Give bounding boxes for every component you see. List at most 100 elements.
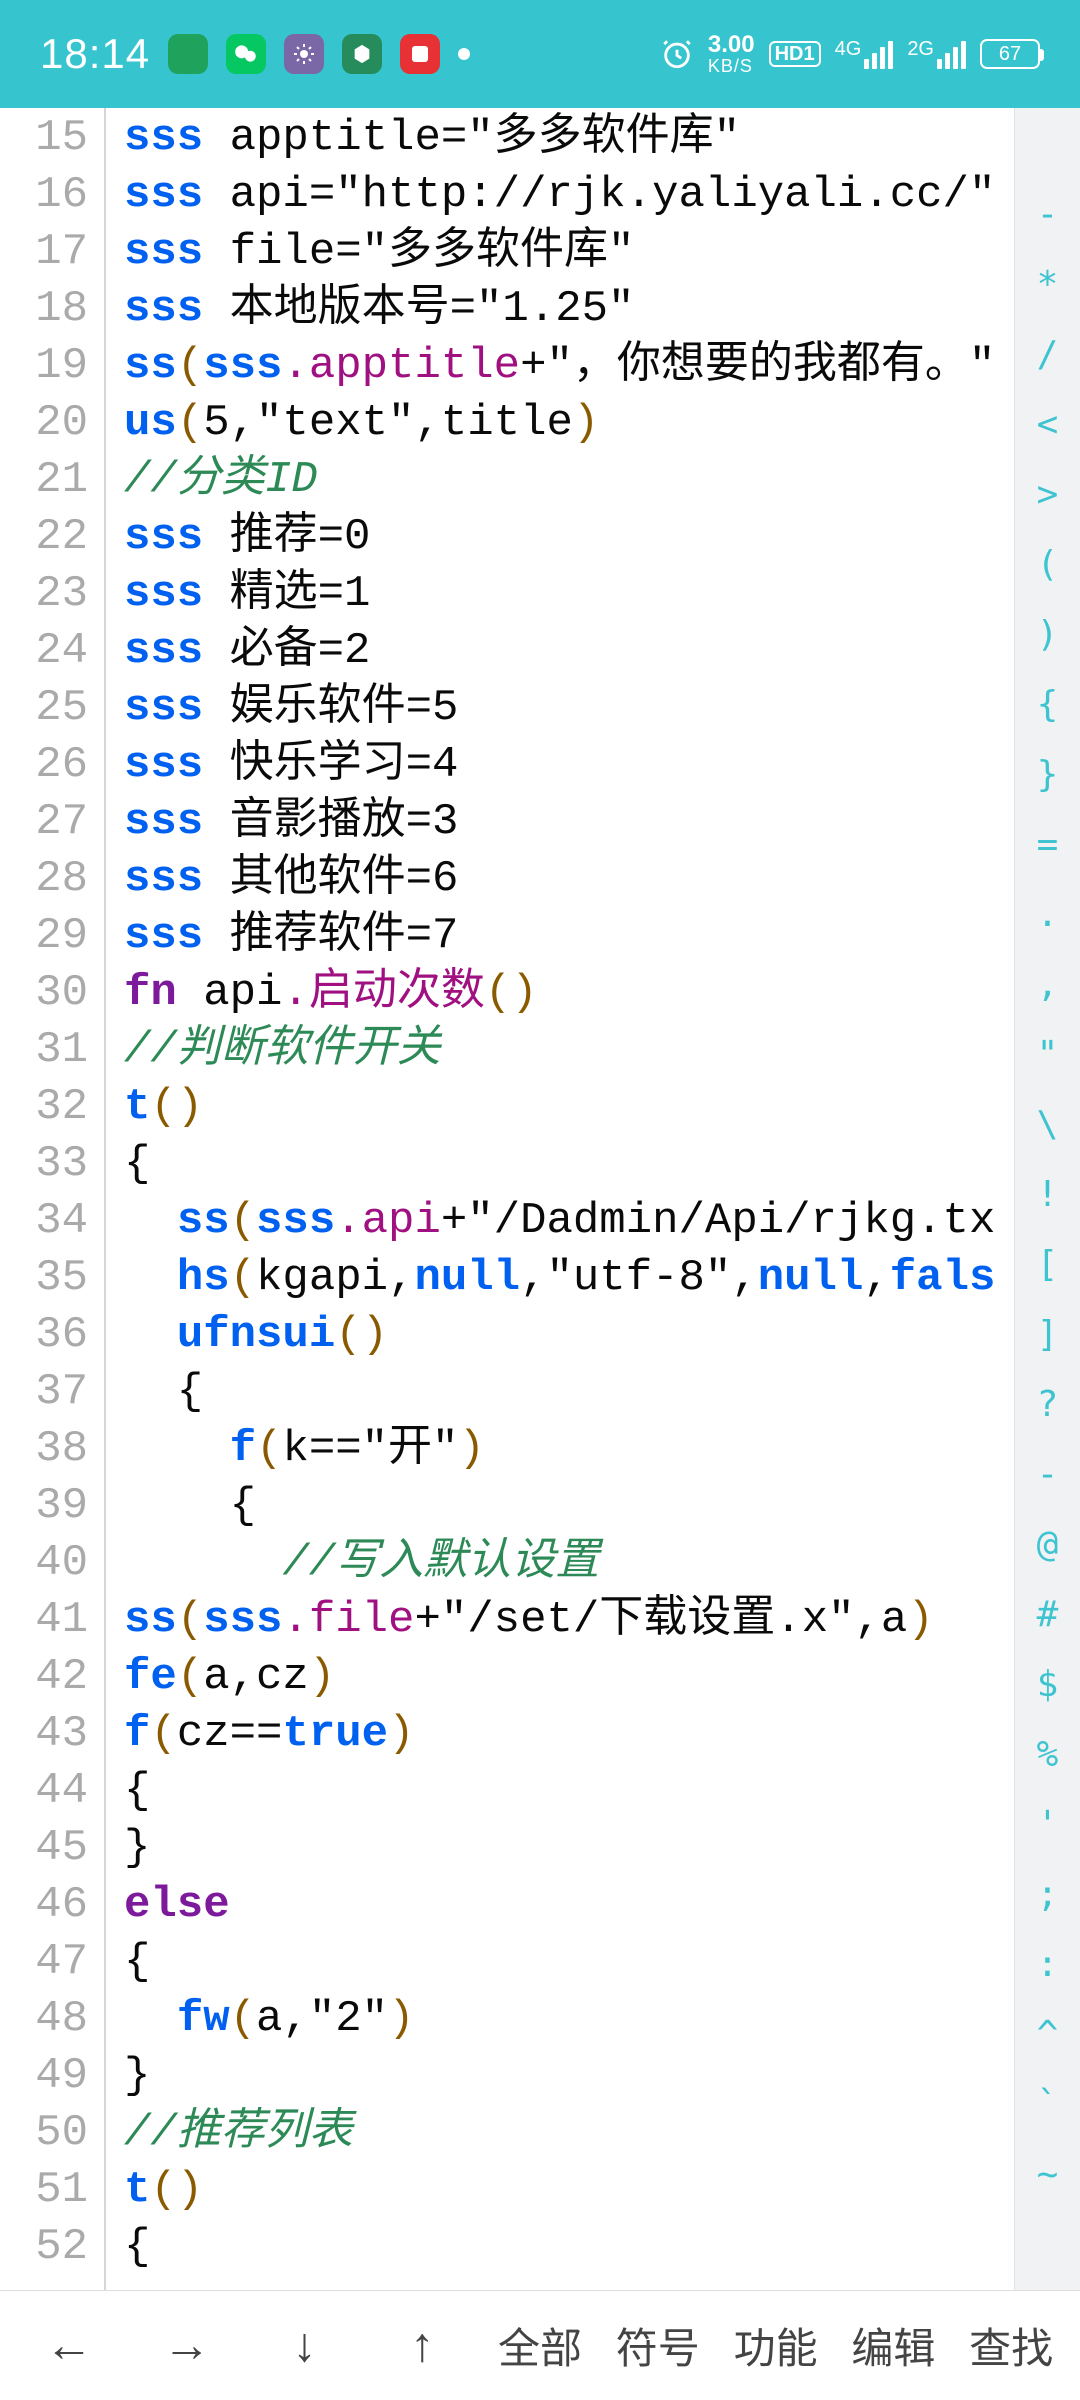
code-line[interactable]: f(cz==true) bbox=[124, 1706, 1014, 1763]
insert-symbol-button[interactable]: ) bbox=[1015, 608, 1080, 660]
insert-symbol-button[interactable]: " bbox=[1015, 1028, 1080, 1080]
code-line[interactable]: sss file="多多软件库" bbox=[124, 224, 1014, 281]
code-line[interactable]: sss 音影播放=3 bbox=[124, 794, 1014, 851]
code-line[interactable]: sss 快乐学习=4 bbox=[124, 737, 1014, 794]
line-number: 30 bbox=[0, 965, 88, 1022]
insert-symbol-button[interactable]: < bbox=[1015, 398, 1080, 450]
line-number: 42 bbox=[0, 1649, 88, 1706]
code-line[interactable]: fw(a,"2") bbox=[124, 1991, 1014, 2048]
line-number: 47 bbox=[0, 1934, 88, 1991]
code-line[interactable]: { bbox=[124, 1934, 1014, 1991]
arrow-down-button[interactable]: ↓ bbox=[246, 2318, 364, 2373]
code-content[interactable]: sss apptitle="多多软件库"sss api="http://rjk.… bbox=[104, 108, 1014, 2290]
insert-symbol-button[interactable]: - bbox=[1015, 1448, 1080, 1500]
insert-symbol-button[interactable]: ` bbox=[1015, 2078, 1080, 2130]
wechat-icon bbox=[226, 34, 266, 74]
hd-badge: HD1 bbox=[769, 41, 821, 67]
code-line[interactable]: ss(sss.api+"/Dadmin/Api/rjkg.tx bbox=[124, 1193, 1014, 1250]
line-number: 29 bbox=[0, 908, 88, 965]
insert-symbol-button[interactable]: { bbox=[1015, 678, 1080, 730]
edit-button[interactable]: 编辑 bbox=[834, 2315, 952, 2376]
line-number: 15 bbox=[0, 110, 88, 167]
code-line[interactable]: else bbox=[124, 1877, 1014, 1934]
code-line[interactable]: //写入默认设置 bbox=[124, 1535, 1014, 1592]
code-line[interactable]: //推荐列表 bbox=[124, 2105, 1014, 2162]
find-button[interactable]: 查找 bbox=[952, 2315, 1070, 2376]
insert-symbol-button[interactable]: * bbox=[1015, 258, 1080, 310]
insert-symbol-button[interactable]: % bbox=[1015, 1728, 1080, 1780]
line-number: 27 bbox=[0, 794, 88, 851]
insert-symbol-button[interactable]: @ bbox=[1015, 1518, 1080, 1570]
symbol-scroll-strip[interactable]: - * / < > () {} =., " \! []? - @ # $% ';: ^ ` ~ bbox=[1014, 108, 1080, 2290]
code-line[interactable]: sss apptitle="多多软件库" bbox=[124, 110, 1014, 167]
arrow-up-button[interactable]: ↑ bbox=[363, 2318, 481, 2373]
insert-symbol-button[interactable]: \ bbox=[1015, 1098, 1080, 1150]
insert-symbol-button[interactable]: ~ bbox=[1015, 2148, 1080, 2200]
insert-symbol-button[interactable]: ; bbox=[1015, 1868, 1080, 1920]
code-line[interactable]: { bbox=[124, 1478, 1014, 1535]
line-number: 17 bbox=[0, 224, 88, 281]
code-line[interactable]: { bbox=[124, 1364, 1014, 1421]
arrow-left-button[interactable]: ← bbox=[10, 2318, 128, 2373]
code-line[interactable]: sss api="http://rjk.yaliyali.cc/" bbox=[124, 167, 1014, 224]
code-line[interactable]: ss(sss.file+"/set/下载设置.x",a) bbox=[124, 1592, 1014, 1649]
line-number: 40 bbox=[0, 1535, 88, 1592]
insert-symbol-button[interactable]: , bbox=[1015, 958, 1080, 1010]
code-line[interactable]: sss 本地版本号="1.25" bbox=[124, 281, 1014, 338]
code-line[interactable]: { bbox=[124, 1763, 1014, 1820]
code-line[interactable]: sss 娱乐软件=5 bbox=[124, 680, 1014, 737]
insert-symbol-button[interactable]: ? bbox=[1015, 1378, 1080, 1430]
line-number: 20 bbox=[0, 395, 88, 452]
line-number: 32 bbox=[0, 1079, 88, 1136]
insert-symbol-button[interactable]: ' bbox=[1015, 1798, 1080, 1850]
code-line[interactable]: ufnsui() bbox=[124, 1307, 1014, 1364]
insert-symbol-button[interactable]: : bbox=[1015, 1938, 1080, 1990]
insert-symbol-button[interactable]: ^ bbox=[1015, 2008, 1080, 2060]
symbols-button[interactable]: 符号 bbox=[599, 2315, 717, 2376]
code-line[interactable]: //分类ID bbox=[124, 452, 1014, 509]
insert-symbol-button[interactable]: = bbox=[1015, 818, 1080, 870]
line-number: 21 bbox=[0, 452, 88, 509]
insert-symbol-button[interactable]: } bbox=[1015, 748, 1080, 800]
code-line[interactable]: sss 其他软件=6 bbox=[124, 851, 1014, 908]
arrow-right-button[interactable]: → bbox=[128, 2318, 246, 2373]
alarm-icon bbox=[660, 37, 694, 71]
insert-symbol-button[interactable]: $ bbox=[1015, 1658, 1080, 1710]
insert-symbol-button[interactable]: > bbox=[1015, 468, 1080, 520]
insert-symbol-button[interactable]: - bbox=[1015, 188, 1080, 240]
code-line[interactable]: { bbox=[124, 1136, 1014, 1193]
insert-symbol-button[interactable]: . bbox=[1015, 888, 1080, 940]
bottom-toolbar: ← → ↓ ↑ 全部 符号 功能 编辑 查找 bbox=[0, 2290, 1080, 2400]
insert-symbol-button[interactable]: ! bbox=[1015, 1168, 1080, 1220]
code-line[interactable]: t() bbox=[124, 1079, 1014, 1136]
code-line[interactable]: { bbox=[124, 2219, 1014, 2276]
signal-2g: 2G bbox=[907, 39, 966, 69]
code-line[interactable]: fn api.启动次数() bbox=[124, 965, 1014, 1022]
line-number: 18 bbox=[0, 281, 88, 338]
insert-symbol-button[interactable]: ] bbox=[1015, 1308, 1080, 1360]
code-editor[interactable]: 1516171819202122232425262728293031323334… bbox=[0, 108, 1080, 2290]
functions-button[interactable]: 功能 bbox=[717, 2315, 835, 2376]
insert-symbol-button[interactable]: [ bbox=[1015, 1238, 1080, 1290]
line-number: 44 bbox=[0, 1763, 88, 1820]
code-line[interactable]: ss(sss.apptitle+"，你想要的我都有。" bbox=[124, 338, 1014, 395]
code-line[interactable]: sss 必备=2 bbox=[124, 623, 1014, 680]
code-line[interactable]: f(k=="开") bbox=[124, 1421, 1014, 1478]
status-bar: 18:14 3.00 KB/S HD1 4G bbox=[0, 0, 1080, 108]
code-line[interactable]: sss 推荐=0 bbox=[124, 509, 1014, 566]
select-all-button[interactable]: 全部 bbox=[481, 2315, 599, 2376]
line-number: 34 bbox=[0, 1193, 88, 1250]
code-line[interactable]: us(5,"text",title) bbox=[124, 395, 1014, 452]
code-line[interactable]: } bbox=[124, 2048, 1014, 2105]
insert-symbol-button[interactable]: / bbox=[1015, 328, 1080, 380]
code-line[interactable]: hs(kgapi,null,"utf-8",null,fals bbox=[124, 1250, 1014, 1307]
code-line[interactable]: sss 推荐软件=7 bbox=[124, 908, 1014, 965]
insert-symbol-button[interactable]: ( bbox=[1015, 538, 1080, 590]
code-line[interactable]: fe(a,cz) bbox=[124, 1649, 1014, 1706]
code-line[interactable]: //判断软件开关 bbox=[124, 1022, 1014, 1079]
code-line[interactable]: t() bbox=[124, 2162, 1014, 2219]
settings-icon bbox=[284, 34, 324, 74]
insert-symbol-button[interactable]: # bbox=[1015, 1588, 1080, 1640]
code-line[interactable]: } bbox=[124, 1820, 1014, 1877]
code-line[interactable]: sss 精选=1 bbox=[124, 566, 1014, 623]
